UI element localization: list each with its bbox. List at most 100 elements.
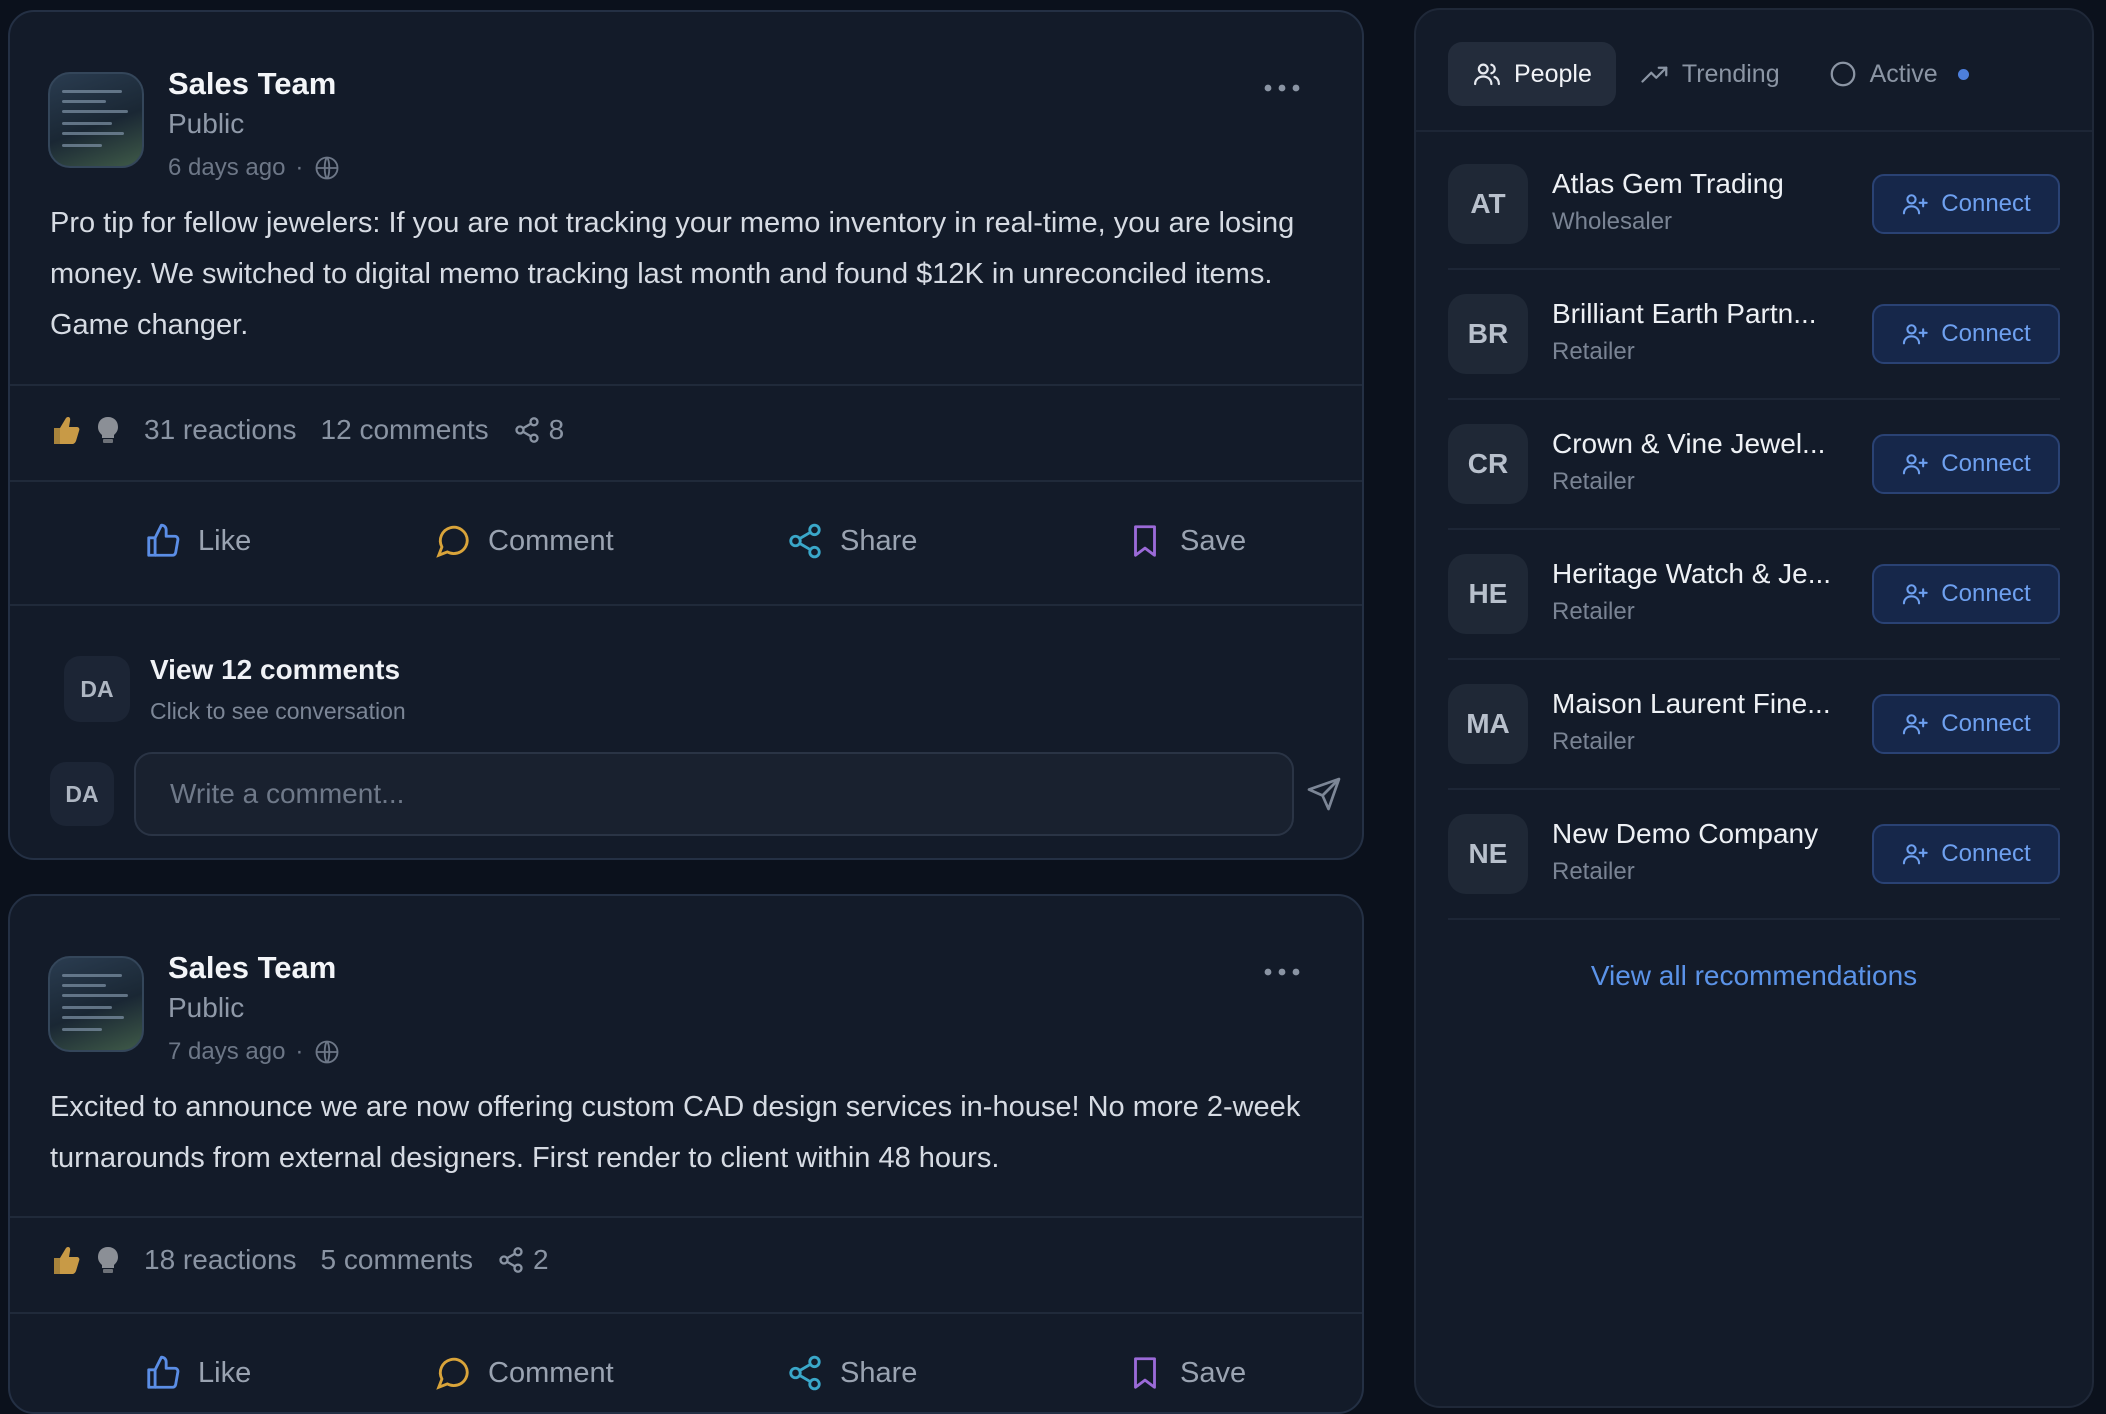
share-button[interactable]: Share (786, 494, 917, 588)
connect-button[interactable]: Connect (1872, 824, 2060, 884)
current-user-avatar: DA (50, 762, 114, 826)
user-plus-icon (1903, 194, 1929, 215)
comments-count[interactable]: 12 comments (321, 414, 489, 446)
avatar[interactable]: MA (1448, 684, 1528, 764)
like-label: Like (198, 1356, 252, 1389)
post-actions: Like Comment Share Save (10, 494, 1362, 588)
like-button[interactable]: Like (144, 494, 251, 588)
person-name[interactable]: Maison Laurent Fine... (1552, 688, 1831, 720)
circle-icon (1830, 61, 1855, 87)
save-button[interactable]: Save (1126, 1326, 1246, 1412)
avatar[interactable]: CR (1448, 424, 1528, 504)
save-button[interactable]: Save (1126, 494, 1246, 588)
shares-count[interactable]: 2 (497, 1244, 549, 1276)
reaction-emojis (48, 412, 126, 448)
user-plus-icon (1903, 714, 1929, 735)
avatar[interactable]: HE (1448, 554, 1528, 634)
post-stats: 18 reactions 5 comments 2 (48, 1230, 549, 1290)
like-button[interactable]: Like (144, 1326, 252, 1412)
share-icon (499, 1247, 523, 1273)
reactions-count[interactable]: 31 reactions (144, 414, 297, 446)
shares-count[interactable]: 8 (513, 414, 564, 446)
connect-button[interactable]: Connect (1872, 434, 2060, 494)
list-item: MA Maison Laurent Fine... Retailer Conne… (1448, 660, 2060, 790)
thumbs-up-icon (147, 523, 180, 557)
avatar[interactable]: AT (1448, 164, 1528, 244)
tab-active[interactable]: Active (1804, 42, 1993, 106)
list-item: HE Heritage Watch & Je... Retailer Conne… (1448, 530, 2060, 660)
more-horizontal-icon (1264, 968, 1300, 976)
message-circle-icon (436, 1357, 469, 1390)
person-role: Retailer (1552, 598, 1635, 625)
post-author-avatar[interactable] (48, 72, 144, 168)
post-author-avatar[interactable] (48, 956, 144, 1052)
tab-trending[interactable]: Trending (1616, 42, 1804, 106)
recommendations-panel: People Trending Active AT Atlas Gem Trad… (1414, 8, 2094, 1408)
post-visibility: Public (168, 992, 245, 1023)
lightbulb-emoji-icon (98, 417, 118, 443)
list-item: BR Brilliant Earth Partn... Retailer Con… (1448, 270, 2060, 400)
person-name[interactable]: Brilliant Earth Partn... (1552, 298, 1817, 330)
user-plus-icon (1903, 584, 1929, 605)
user-plus-icon (1903, 454, 1929, 475)
tab-people[interactable]: People (1448, 42, 1616, 106)
active-indicator-dot (1957, 68, 1969, 80)
tab-label: Active (1869, 59, 1938, 88)
divider (10, 480, 1362, 482)
reaction-emojis (48, 1242, 126, 1278)
person-role: Retailer (1552, 728, 1635, 755)
send-icon[interactable] (1306, 776, 1342, 812)
reactions-count[interactable]: 18 reactions (144, 1244, 297, 1276)
person-role: Wholesaler (1552, 208, 1673, 235)
connect-label: Connect (1941, 580, 2031, 607)
share-icon (789, 1355, 821, 1391)
more-horizontal-icon (1264, 84, 1300, 92)
person-name[interactable]: Heritage Watch & Je... (1552, 558, 1831, 590)
share-icon (789, 523, 821, 559)
post-card: Sales Team Public 7 days ago · Excited t… (8, 894, 1364, 1414)
connect-button[interactable]: Connect (1872, 304, 2060, 364)
divider (10, 384, 1362, 386)
person-name[interactable]: Crown & Vine Jewel... (1552, 428, 1825, 460)
share-label: Share (840, 524, 918, 557)
view-comments-title[interactable]: View 12 comments (150, 654, 400, 686)
avatar[interactable]: BR (1448, 294, 1528, 374)
people-list: AT Atlas Gem Trading Wholesaler Connect … (1448, 140, 2060, 920)
share-icon (514, 417, 539, 443)
connect-label: Connect (1941, 450, 2031, 477)
trending-up-icon (1641, 66, 1668, 83)
divider (10, 1312, 1362, 1314)
list-item: CR Crown & Vine Jewel... Retailer Connec… (1448, 400, 2060, 530)
post-author-name[interactable]: Sales Team (168, 66, 336, 102)
post-time: 6 days ago (168, 154, 286, 181)
sidebar-tabs: People Trending Active (1448, 42, 1993, 106)
user-plus-icon (1903, 324, 1929, 345)
list-item: AT Atlas Gem Trading Wholesaler Connect (1448, 140, 2060, 270)
comments-count[interactable]: 5 comments (321, 1244, 474, 1276)
connect-label: Connect (1941, 710, 2031, 737)
post-timestamp: 6 days ago · (168, 154, 341, 182)
share-label: Share (840, 1356, 918, 1389)
comment-button[interactable]: Comment (434, 494, 614, 588)
connect-button[interactable]: Connect (1872, 174, 2060, 234)
save-label: Save (1180, 524, 1247, 557)
view-all-recommendations-link[interactable]: View all recommendations (1416, 960, 2092, 992)
tab-label: Trending (1681, 59, 1780, 88)
message-circle-icon (436, 525, 469, 558)
post-timestamp: 7 days ago · (168, 1038, 341, 1066)
person-name[interactable]: Atlas Gem Trading (1552, 168, 1784, 200)
connect-button[interactable]: Connect (1872, 564, 2060, 624)
post-more-button[interactable] (1260, 958, 1304, 986)
comment-label: Comment (488, 1356, 614, 1389)
comment-button[interactable]: Comment (434, 1326, 614, 1412)
list-item: NE New Demo Company Retailer Connect (1448, 790, 2060, 920)
comment-input[interactable] (134, 752, 1294, 836)
person-name[interactable]: New Demo Company (1552, 818, 1818, 850)
post-more-button[interactable] (1260, 74, 1304, 102)
post-time: 7 days ago (168, 1038, 286, 1065)
share-button[interactable]: Share (786, 1326, 918, 1412)
connect-button[interactable]: Connect (1872, 694, 2060, 754)
avatar[interactable]: NE (1448, 814, 1528, 894)
post-author-name[interactable]: Sales Team (168, 950, 336, 986)
divider (10, 1216, 1362, 1218)
